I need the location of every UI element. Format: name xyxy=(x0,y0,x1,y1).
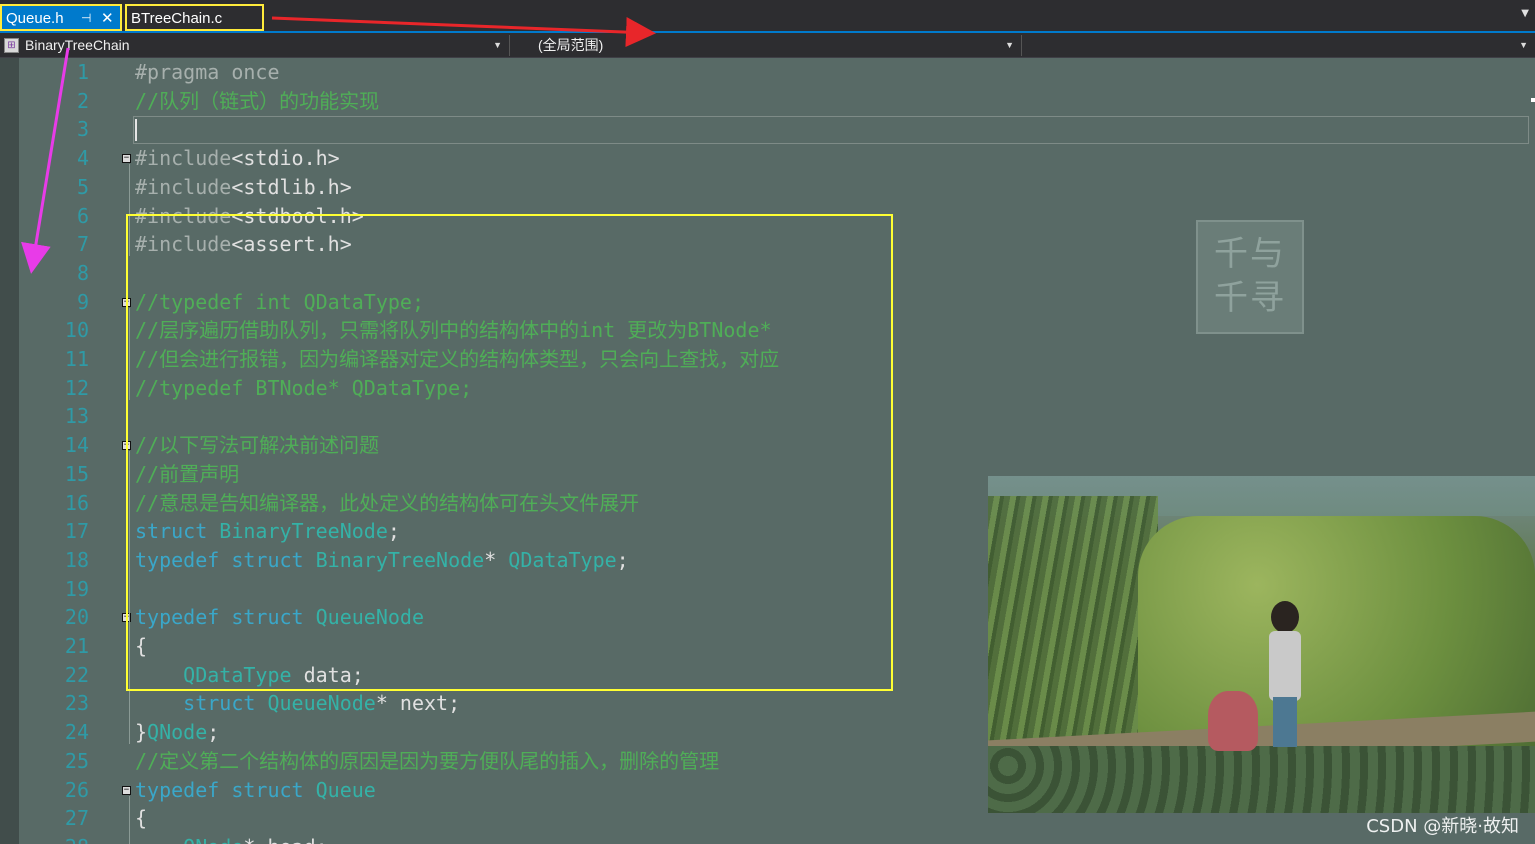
scroll-marker xyxy=(1531,98,1535,102)
background-illustration xyxy=(988,476,1535,813)
line-number: 4 xyxy=(76,146,89,171)
line-number: 7 xyxy=(76,232,89,257)
line-number: 12 xyxy=(64,375,89,400)
line-number: 19 xyxy=(64,576,89,601)
code-token: #include xyxy=(135,174,232,199)
member-dropdown[interactable]: ▼ xyxy=(1024,35,1535,56)
project-icon: ⊞ xyxy=(4,38,19,53)
pin-icon[interactable]: ⊣ xyxy=(81,6,91,31)
line-number: 2 xyxy=(76,88,89,113)
code-token: ; xyxy=(207,720,220,745)
line-number: 27 xyxy=(64,806,89,831)
watermark: CSDN @新晓·故知 xyxy=(1366,816,1519,837)
code-token: //定义第二个结构体的原因是因为要方便队尾的插入，删除的管理 xyxy=(135,748,720,773)
code-token: QueueNode xyxy=(267,691,376,716)
line-number: 23 xyxy=(64,691,89,716)
code-token: * head; xyxy=(243,835,327,844)
code-line[interactable]: { xyxy=(135,804,147,833)
tab-label: Queue.h xyxy=(6,10,64,27)
line-number: 1 xyxy=(76,60,89,84)
code-line[interactable]: //定义第二个结构体的原因是因为要方便队尾的插入，删除的管理 xyxy=(135,747,719,776)
code-line[interactable]: #include<stdio.h> xyxy=(135,144,340,173)
code-token: QNode xyxy=(183,835,243,844)
tab-btreechain-c[interactable]: BTreeChain.c xyxy=(125,4,264,31)
tab-overflow-chevron-icon[interactable]: ▼ xyxy=(1521,8,1529,19)
code-line[interactable]: typedef struct Queue xyxy=(135,776,376,805)
indicator-margin xyxy=(0,58,19,844)
project-name: BinaryTreeChain xyxy=(25,37,130,53)
line-number: 24 xyxy=(64,720,89,745)
code-token: QNode xyxy=(147,720,208,745)
scope-label: (全局范围) xyxy=(538,37,604,53)
code-line[interactable]: #include<stdlib.h> xyxy=(135,173,352,202)
line-number: 14 xyxy=(64,433,89,458)
line-number: 17 xyxy=(64,519,89,544)
navigation-bar: ⊞ BinaryTreeChain ▼ (全局范围) ▼ ▼ xyxy=(0,33,1535,58)
tab-label: BTreeChain.c xyxy=(131,10,223,27)
scope-dropdown[interactable]: (全局范围) ▼ xyxy=(512,35,1022,56)
chevron-down-icon: ▼ xyxy=(1519,40,1528,50)
code-line[interactable]: struct QueueNode* next; xyxy=(135,689,460,718)
code-token: Queue xyxy=(315,777,376,802)
line-number: 25 xyxy=(64,748,89,773)
current-line-highlight xyxy=(133,116,1529,144)
code-token: } xyxy=(135,720,148,745)
code-line[interactable]: #pragma once xyxy=(135,58,280,87)
line-number: 6 xyxy=(76,203,89,228)
collapse-toggle-icon[interactable]: − xyxy=(122,154,131,164)
line-number: 9 xyxy=(76,289,89,314)
line-number: 13 xyxy=(64,404,89,429)
code-token: <stdio.h> xyxy=(231,146,340,171)
line-number: 28 xyxy=(19,833,89,844)
code-token: typedef struct xyxy=(135,777,316,802)
line-number: 5 xyxy=(76,174,89,199)
line-number: 3 xyxy=(76,117,89,142)
code-token: <stdlib.h> xyxy=(231,174,352,199)
code-token: struct xyxy=(183,691,268,716)
annotation-highlight-box xyxy=(126,214,893,691)
line-number: 20 xyxy=(64,605,89,630)
code-token: //队列（链式）的功能实现 xyxy=(135,88,380,113)
line-number: 11 xyxy=(64,347,89,371)
text-caret xyxy=(135,119,137,141)
tab-queue-h[interactable]: Queue.h ⊣ ✕ xyxy=(0,4,122,31)
seal-stamp: 千与 千寻 xyxy=(1196,220,1304,334)
line-number: 10 xyxy=(64,318,89,343)
chevron-down-icon: ▼ xyxy=(493,40,502,50)
project-dropdown[interactable]: ⊞ BinaryTreeChain ▼ xyxy=(0,35,510,56)
code-line[interactable]: //队列（链式）的功能实现 xyxy=(135,87,379,116)
code-line[interactable]: QNode* head; xyxy=(135,833,328,844)
collapse-toggle-icon[interactable]: − xyxy=(122,785,131,795)
line-number: 18 xyxy=(64,547,89,572)
code-token: #pragma once xyxy=(135,60,280,84)
close-icon[interactable]: ✕ xyxy=(101,6,114,31)
code-token: #include xyxy=(135,146,232,171)
line-number: 16 xyxy=(64,490,89,515)
line-number: 22 xyxy=(64,662,89,687)
code-line[interactable]: }QNode; xyxy=(135,718,219,747)
code-token: { xyxy=(135,806,148,831)
fold-guide xyxy=(129,795,130,844)
line-number: 8 xyxy=(76,260,89,285)
line-number: 15 xyxy=(64,461,89,486)
code-token: * next; xyxy=(375,691,461,716)
chevron-down-icon: ▼ xyxy=(1005,40,1014,50)
line-number: 21 xyxy=(64,634,89,658)
line-number: 26 xyxy=(64,777,89,802)
document-tab-bar: Queue.h ⊣ ✕ BTreeChain.c ▼ xyxy=(0,0,1535,33)
